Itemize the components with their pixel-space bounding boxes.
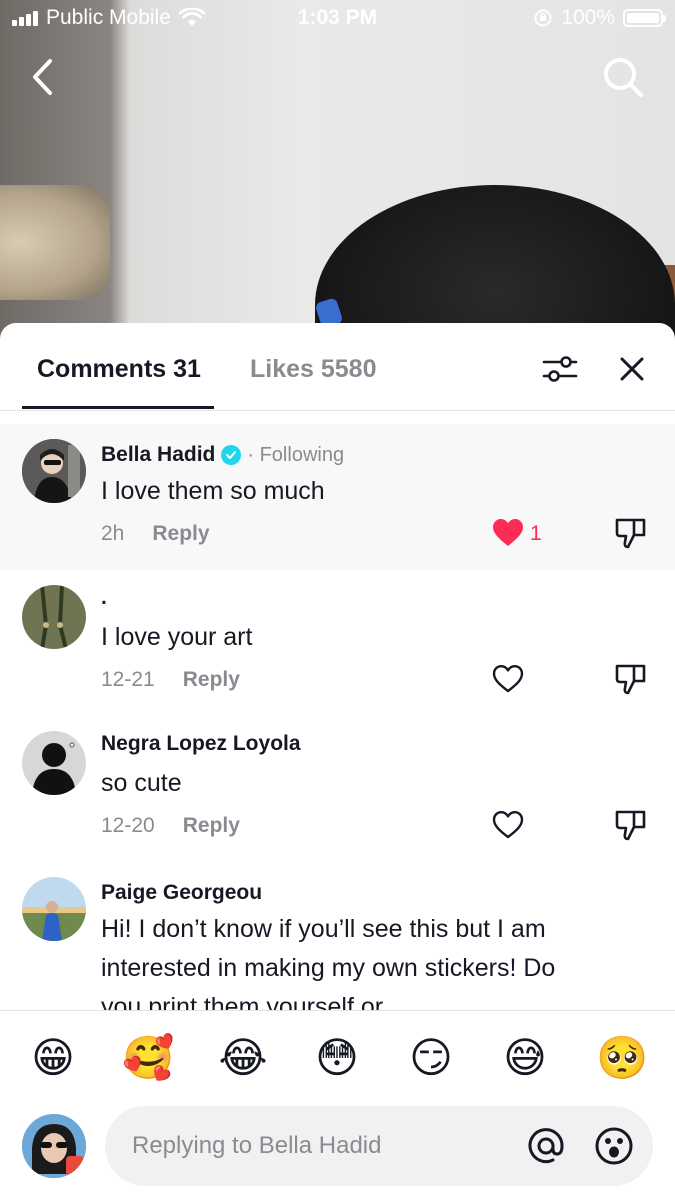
status-bar-right: 100%: [533, 6, 666, 30]
avatar-image: [22, 585, 86, 649]
filter-sliders-icon: [542, 356, 578, 382]
comment-time: 12-20: [101, 814, 155, 837]
orientation-lock-icon: [534, 9, 552, 27]
emoji-grin-button[interactable]: 😁: [28, 1033, 78, 1083]
comment-composer: Replying to Bella Hadid: [0, 1102, 675, 1200]
comment-item: Negra Lopez Loyola so cute 12-20 Reply: [0, 716, 675, 862]
battery-icon: [623, 9, 666, 27]
comment-author-row: Paige Georgeou: [101, 881, 262, 905]
comment-meta: 12-21 Reply: [101, 668, 240, 692]
comment-author[interactable]: .: [101, 586, 107, 610]
thumbs-down-icon: [615, 518, 646, 549]
comment-author[interactable]: Negra Lopez Loyola: [101, 732, 301, 756]
thumbs-down-icon: [615, 664, 646, 695]
comment-time: 12-21: [101, 668, 155, 691]
avatar-image: [22, 1114, 86, 1178]
battery-percent: 100%: [561, 6, 615, 29]
comment-input-placeholder: Replying to Bella Hadid: [132, 1132, 382, 1159]
comment-item: Bella Hadid · Following I love them so m…: [0, 424, 675, 570]
person-head-shape: [315, 185, 675, 345]
comment-author[interactable]: Bella Hadid: [101, 443, 215, 467]
tab-bar: Comments 31 Likes 5580: [0, 323, 675, 411]
dislike-button[interactable]: [614, 662, 648, 696]
like-count: 1: [530, 522, 542, 545]
emoji-hearts-button[interactable]: 🥰: [122, 1033, 174, 1083]
avatar-image: [22, 877, 86, 941]
tab-likes[interactable]: Likes 5580: [250, 355, 377, 384]
comment-author-row: .: [101, 586, 107, 610]
reply-button[interactable]: Reply: [152, 522, 209, 546]
emoji-flushed-button[interactable]: 😳: [312, 1033, 362, 1083]
following-label: · Following: [247, 443, 345, 466]
avatar-image: [22, 731, 86, 795]
at-sign-icon: [528, 1128, 564, 1164]
emoji-smirk-button[interactable]: 😏: [406, 1033, 456, 1083]
comment-text: I love them so much: [101, 477, 325, 505]
like-button[interactable]: [492, 664, 524, 694]
quick-emoji-bar: 😁 🥰 😂 😳 😏 😅 🥺: [0, 1010, 675, 1103]
status-bar: Public Mobile 1:03 PM 100%: [0, 0, 675, 38]
thumbs-down-icon: [615, 810, 646, 841]
dislike-button[interactable]: [614, 808, 648, 842]
search-icon: [604, 58, 643, 97]
comments-sheet: Comments 31 Likes 5580 Bella Hadid · Fol…: [0, 323, 675, 1200]
comment-time: 2h: [101, 522, 125, 545]
close-icon: [620, 357, 644, 381]
comment-author-row: Bella Hadid · Following: [101, 443, 344, 467]
video-background: [0, 0, 675, 345]
filter-button[interactable]: [540, 351, 580, 387]
comment-text: I love your art: [101, 623, 253, 651]
emoji-picker-button[interactable]: [593, 1125, 635, 1167]
emoji-face-icon: [595, 1127, 633, 1165]
avatar[interactable]: [22, 731, 86, 795]
comment-meta: 2h Reply: [101, 522, 210, 546]
dislike-button[interactable]: [614, 516, 648, 550]
comment-input[interactable]: Replying to Bella Hadid: [105, 1106, 653, 1186]
back-button[interactable]: [22, 55, 66, 99]
heart-icon: [493, 519, 523, 546]
active-tab-indicator: [22, 406, 214, 409]
like-button[interactable]: [492, 518, 524, 548]
emoji-pleading-button[interactable]: 🥺: [596, 1033, 648, 1083]
avatar[interactable]: [22, 877, 86, 941]
comment-text: so cute: [101, 769, 182, 797]
close-button[interactable]: [614, 351, 650, 387]
reply-button[interactable]: Reply: [183, 814, 240, 838]
heart-icon: [492, 665, 524, 693]
my-avatar: [22, 1114, 86, 1178]
comment-author[interactable]: Paige Georgeou: [101, 881, 262, 905]
like-button[interactable]: [492, 810, 524, 840]
tab-comments[interactable]: Comments 31: [37, 355, 201, 384]
emoji-sweat-smile-button[interactable]: 😅: [500, 1033, 550, 1083]
reply-button[interactable]: Reply: [183, 668, 240, 692]
search-button[interactable]: [601, 55, 645, 99]
comment-item: . I love your art 12-21 Reply: [0, 570, 675, 716]
comment-item: Paige Georgeou Hi! I don’t know if you’l…: [0, 862, 675, 1021]
avatar[interactable]: [22, 585, 86, 649]
avatar[interactable]: [22, 439, 86, 503]
comment-meta: 12-20 Reply: [101, 814, 240, 838]
verified-badge-icon: [221, 445, 242, 465]
heart-icon: [492, 811, 524, 839]
emoji-tears-of-joy-button[interactable]: 😂: [218, 1033, 268, 1083]
comment-author-row: Negra Lopez Loyola: [101, 732, 301, 756]
mention-button[interactable]: [525, 1125, 567, 1167]
lamp-shape: [0, 185, 110, 300]
back-chevron-icon: [33, 59, 52, 95]
avatar-image: [22, 439, 86, 503]
